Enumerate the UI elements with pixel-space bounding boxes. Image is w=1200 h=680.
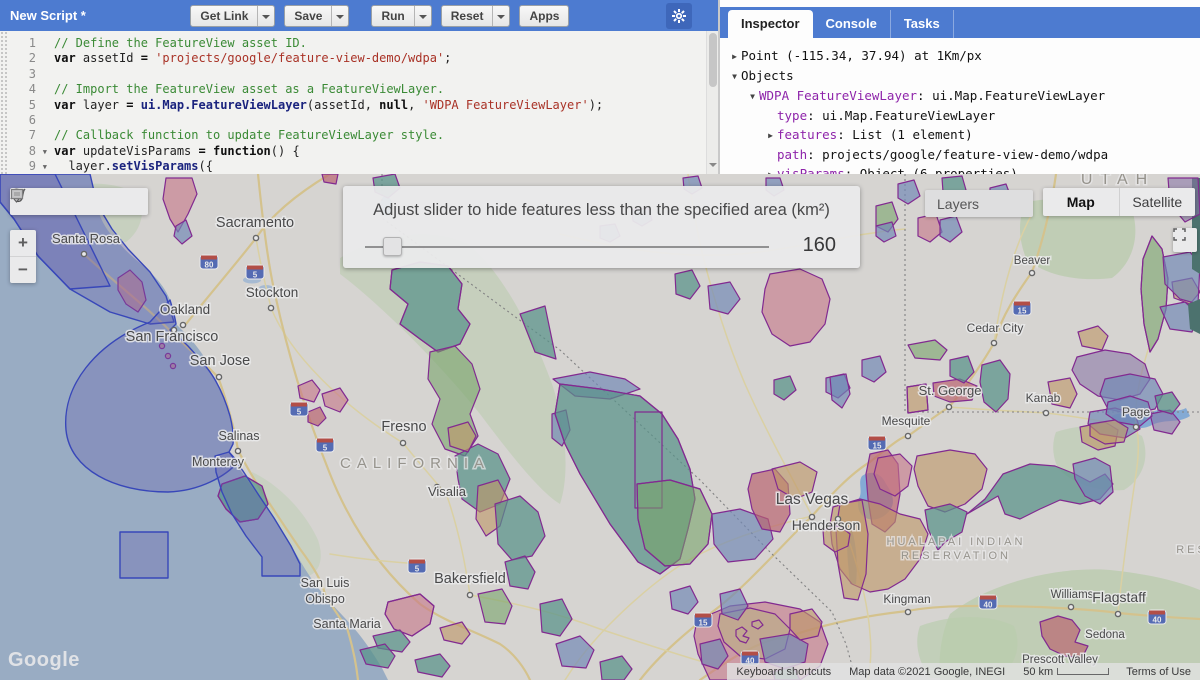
- svg-text:Mesquite: Mesquite: [882, 414, 931, 428]
- svg-text:15: 15: [873, 442, 882, 451]
- tab-console[interactable]: Console: [813, 10, 891, 38]
- tab-tasks[interactable]: Tasks: [891, 10, 954, 38]
- svg-text:Beaver: Beaver: [1014, 255, 1051, 267]
- svg-text:Sacramento: Sacramento: [216, 215, 294, 231]
- script-title: New Script *: [10, 8, 86, 23]
- svg-text:Sedona: Sedona: [1085, 629, 1125, 641]
- line-tool-button[interactable]: [64, 190, 87, 213]
- scroll-down-icon: [709, 163, 717, 171]
- fullscreen-icon: [1173, 228, 1186, 241]
- zoom-control: + −: [10, 230, 36, 283]
- scale-text: 50 km: [1014, 666, 1057, 678]
- svg-text:Visalia: Visalia: [428, 484, 467, 499]
- svg-text:Bakersfield: Bakersfield: [434, 571, 506, 587]
- get-link-button[interactable]: Get Link: [190, 5, 275, 27]
- svg-text:Santa Maria: Santa Maria: [313, 617, 380, 631]
- code-panel: New Script * Get Link Save Run Reset App…: [0, 0, 720, 174]
- svg-text:St. George: St. George: [919, 383, 982, 398]
- map-type-control: Map Satellite: [1043, 188, 1195, 216]
- svg-text:5: 5: [253, 271, 258, 280]
- reset-dropdown[interactable]: [492, 6, 509, 26]
- inspector-tree[interactable]: ▶Point (-115.34, 37.94) at 1Km/px▼Object…: [720, 38, 1200, 184]
- scale-bar: [1057, 668, 1109, 675]
- svg-text:5: 5: [323, 444, 328, 453]
- slider-label: Adjust slider to hide features less than…: [343, 201, 860, 220]
- save-button[interactable]: Save: [284, 5, 349, 27]
- svg-text:40: 40: [984, 601, 993, 610]
- svg-text:5: 5: [415, 565, 420, 574]
- svg-text:Stockton: Stockton: [246, 285, 299, 300]
- svg-text:Monterey: Monterey: [192, 455, 245, 469]
- svg-text:Obispo: Obispo: [305, 592, 345, 606]
- tab-inspector[interactable]: Inspector: [728, 10, 813, 38]
- svg-text:Oakland: Oakland: [160, 302, 210, 317]
- svg-text:Flagstaff: Flagstaff: [1092, 589, 1146, 605]
- save-dropdown[interactable]: [331, 6, 348, 26]
- script-titlebar: New Script * Get Link Save Run Reset App…: [0, 0, 718, 31]
- map-type-satellite[interactable]: Satellite: [1119, 188, 1196, 216]
- code-editor[interactable]: 1// Define the FeatureView asset ID.2var…: [0, 31, 718, 174]
- rectangle-tool-button[interactable]: [123, 190, 146, 213]
- map-type-map[interactable]: Map: [1043, 188, 1119, 216]
- polygon-tool-button[interactable]: [89, 190, 112, 213]
- svg-text:San Jose: San Jose: [190, 353, 250, 369]
- point-tool-button[interactable]: [38, 190, 61, 213]
- svg-text:Page: Page: [1122, 405, 1150, 419]
- editor-scrollbar[interactable]: [706, 31, 718, 174]
- svg-text:40: 40: [1153, 616, 1162, 625]
- svg-text:UTAH: UTAH: [1081, 174, 1155, 188]
- layers-button[interactable]: Layers: [925, 190, 1033, 217]
- svg-text:Salinas: Salinas: [219, 429, 260, 443]
- apps-button[interactable]: Apps: [519, 5, 569, 27]
- area-slider-panel: Adjust slider to hide features less than…: [343, 186, 860, 268]
- reset-button[interactable]: Reset: [441, 5, 511, 27]
- zoom-out-button[interactable]: −: [10, 257, 36, 283]
- svg-text:RES: RES: [1176, 544, 1200, 556]
- svg-text:CALIFORNIA: CALIFORNIA: [340, 455, 490, 472]
- map-data-credit: Map data ©2021 Google, INEGI: [840, 666, 1014, 678]
- svg-text:Kingman: Kingman: [883, 592, 930, 606]
- svg-text:Fresno: Fresno: [381, 419, 426, 435]
- drawing-toolbar: [10, 188, 148, 215]
- run-dropdown[interactable]: [414, 6, 431, 26]
- inspector-tabbar: Inspector Console Tasks: [720, 7, 1200, 38]
- slider-track[interactable]: [365, 246, 769, 248]
- svg-text:Cedar City: Cedar City: [967, 321, 1024, 335]
- svg-text:Henderson: Henderson: [792, 517, 861, 533]
- slider-thumb[interactable]: [383, 237, 402, 256]
- inspector-panel: Inspector Console Tasks ▶Point (-115.34,…: [720, 0, 1200, 174]
- svg-text:15: 15: [1018, 307, 1027, 316]
- run-button[interactable]: Run: [371, 5, 431, 27]
- svg-text:HUALAPAI INDIAN: HUALAPAI INDIAN: [887, 536, 1026, 548]
- slider-value: 160: [803, 234, 836, 257]
- code-lines: 1// Define the FeatureView asset ID.2var…: [0, 36, 718, 174]
- svg-text:RESERVATION: RESERVATION: [901, 550, 1011, 562]
- svg-text:San Luis: San Luis: [301, 576, 350, 590]
- svg-text:15: 15: [699, 619, 708, 628]
- svg-text:Las Vegas: Las Vegas: [776, 491, 849, 508]
- svg-text:Santa Rosa: Santa Rosa: [52, 231, 121, 246]
- zoom-in-button[interactable]: +: [10, 230, 36, 257]
- gear-icon: [671, 8, 687, 24]
- settings-button[interactable]: [666, 3, 692, 29]
- svg-text:Kanab: Kanab: [1026, 391, 1061, 405]
- rectangle-icon: [10, 188, 24, 200]
- keyboard-shortcuts-link[interactable]: Keyboard shortcuts: [727, 666, 840, 678]
- svg-text:5: 5: [297, 408, 302, 417]
- map-attribution: Keyboard shortcuts Map data ©2021 Google…: [727, 663, 1200, 680]
- top-panels: New Script * Get Link Save Run Reset App…: [0, 0, 1200, 174]
- svg-text:80: 80: [205, 261, 214, 270]
- fullscreen-button[interactable]: [1173, 228, 1197, 252]
- get-link-dropdown[interactable]: [257, 6, 274, 26]
- google-logo: Google: [8, 649, 80, 672]
- svg-text:Williams: Williams: [1051, 589, 1094, 601]
- map-canvas[interactable]: 805555151515404040 SacramentoSanta RosaO…: [0, 174, 1200, 680]
- terms-of-use-link[interactable]: Terms of Use: [1117, 666, 1200, 678]
- svg-text:San Francisco: San Francisco: [126, 329, 219, 345]
